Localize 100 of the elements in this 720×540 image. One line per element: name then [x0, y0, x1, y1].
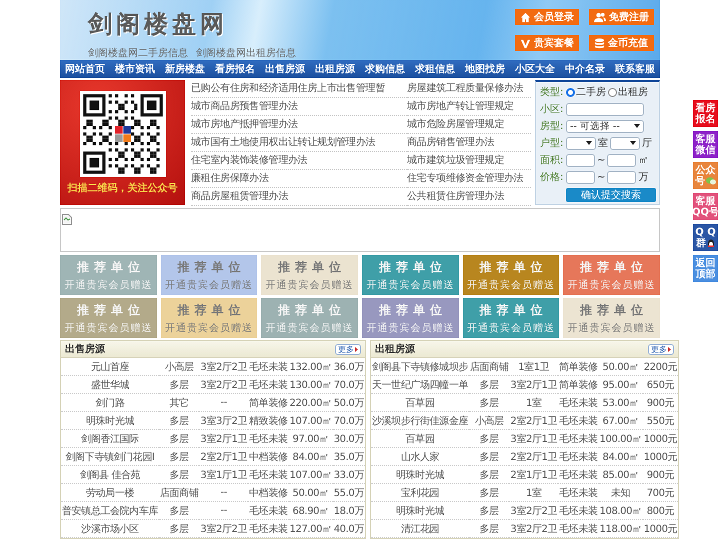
ad-subtitle: 开通贵宾会员赠送 — [568, 322, 656, 334]
table-cell: 多层 — [159, 466, 200, 484]
input-field[interactable] — [607, 170, 636, 184]
field-label: 小区: — [540, 102, 564, 116]
listing-link[interactable]: 剑阁县下寺镇修城坝步 — [371, 358, 470, 376]
ad-title: 推荐单位 — [378, 258, 447, 276]
submit-button[interactable]: 确认提交搜索 — [566, 188, 656, 202]
nav-link[interactable]: 新房楼盘 — [165, 62, 205, 76]
listing-link[interactable]: 普安镇总工会院内车库 — [61, 502, 160, 520]
listing-link[interactable]: 沙溪市场小区 — [61, 520, 160, 538]
dropdown[interactable] — [566, 136, 596, 150]
table-cell: 多层 — [159, 502, 200, 520]
nav-link[interactable]: 楼市资讯 — [115, 62, 155, 76]
table-cell: 毛坯未装 — [558, 448, 599, 466]
listing-link[interactable]: 清江花园 — [371, 520, 470, 538]
listing-link[interactable]: 元山首座 — [61, 358, 160, 376]
site-logo[interactable]: 剑阁楼盘网 — [88, 8, 296, 40]
listing-link[interactable]: 剑阁香江国际 — [61, 430, 160, 448]
table-cell: -- — [199, 502, 248, 520]
nav-link[interactable]: 小区大全 — [515, 62, 555, 76]
ad-title: 推荐单位 — [177, 302, 246, 318]
table-cell: 2室1厅1卫 — [509, 466, 558, 484]
listing-link[interactable]: 明珠时光城 — [61, 412, 160, 430]
policy-link[interactable]: 城市房地产转让管理规定 — [407, 98, 531, 116]
table-cell: 小高层 — [469, 412, 510, 430]
table-cell: 3室2厅2卫 — [199, 376, 248, 394]
listing-link[interactable]: 明珠时光城 — [371, 502, 470, 520]
policy-link[interactable]: 城市房地产抵押管理办法 — [191, 116, 407, 134]
policy-link[interactable]: 商品房屋租赁管理办法 — [191, 188, 407, 206]
ad-subtitle: 开通贵宾会员赠送 — [568, 278, 656, 292]
listing-link[interactable]: 宝利花园 — [371, 484, 470, 502]
listing-link[interactable]: 剑门路 — [61, 394, 160, 412]
input-field[interactable] — [566, 154, 595, 166]
chat-bubbles-icon — [706, 177, 716, 185]
input-field[interactable] — [566, 170, 595, 184]
more-button[interactable]: 更多 — [335, 344, 361, 354]
listing-link[interactable]: 百草园 — [371, 394, 470, 412]
listing-link[interactable]: 剑阁下寺镇剑门花园I — [61, 448, 160, 466]
input-field[interactable] — [566, 102, 644, 116]
radio-option[interactable]: 二手房 — [566, 85, 606, 99]
table-cell: 130.00㎡ — [288, 376, 333, 394]
side-button[interactable]: 客服 QQ号 — [693, 193, 718, 220]
table-cell: 50.0万 — [332, 394, 365, 412]
ad-subtitle: 开通贵宾会员赠送 — [466, 322, 555, 334]
nav-link[interactable]: 联系客服 — [615, 62, 655, 76]
ad-tile[interactable]: 推荐单位 开通贵宾会员赠送 — [563, 298, 660, 338]
nav-link[interactable]: 网站首页 — [65, 62, 105, 76]
policy-link[interactable]: 住宅室内装饰装修管理办法 — [191, 152, 407, 170]
table-cell: 3室2厅2卫 — [509, 520, 558, 538]
home-icon — [520, 12, 531, 22]
nav-link[interactable]: 求租信息 — [415, 62, 455, 76]
listing-link[interactable]: 天一世纪广场四幢一单 — [371, 376, 470, 394]
nav-link[interactable]: 求购信息 — [365, 62, 405, 76]
listing-link[interactable]: 沙溪坝步行街佳源金座 — [371, 412, 470, 430]
nav-link[interactable]: 中介名录 — [565, 62, 605, 76]
listing-link[interactable]: 剑阁县 佳合苑 — [61, 466, 160, 484]
side-button[interactable]: 看房 报名 — [693, 100, 718, 127]
policy-link[interactable]: 商品房销售管理办法 — [407, 134, 531, 152]
table-cell: 107.00㎡ — [288, 412, 333, 430]
listing-link[interactable]: 山水人家 — [371, 448, 470, 466]
nav-link[interactable]: 地图找房 — [465, 62, 505, 76]
table-cell: 127.00㎡ — [288, 520, 333, 538]
field-label: 类型: — [540, 86, 564, 99]
policy-link[interactable]: 房屋建筑工程质量保修办法 — [407, 80, 531, 98]
dropdown[interactable]: -- 可选择 -- — [566, 120, 644, 132]
more-button[interactable]: 更多 — [648, 344, 674, 354]
policy-link[interactable]: 城市建筑垃圾管理规定 — [407, 152, 531, 170]
unit-label: 厅 — [642, 137, 652, 150]
side-button[interactable]: Q Q 群 — [693, 224, 718, 251]
table-cell: 小高层 — [159, 358, 200, 376]
header-link[interactable]: 剑阁楼盘网出租房信息 — [196, 46, 296, 60]
policy-link[interactable]: 公共租赁住房管理办法 — [407, 188, 531, 206]
policy-link[interactable]: 城市危险房屋管理规定 — [407, 116, 531, 134]
policy-link[interactable]: 住宅专项维修资金管理办法 — [407, 170, 531, 188]
ad-title: 推荐单位 — [479, 258, 548, 276]
policy-link[interactable]: 廉租住房保障办法 — [191, 170, 407, 188]
users-icon — [594, 12, 606, 22]
table-cell: 毛坯未装 — [558, 520, 599, 538]
radio-option[interactable]: 出租房 — [608, 85, 648, 99]
side-button[interactable]: 客服 微信 — [693, 131, 718, 158]
listing-link[interactable]: 百草园 — [371, 430, 470, 448]
policy-link[interactable]: 城市商品房预售管理办法 — [191, 98, 407, 116]
policy-link[interactable]: 城市国有土地使用权出让转让规划管理办法 — [191, 134, 407, 152]
nav-link[interactable]: 出租房源 — [315, 62, 355, 76]
listing-link[interactable]: 劳动局一楼 — [61, 484, 160, 502]
input-field[interactable] — [607, 154, 636, 166]
listing-link[interactable]: 盛世华城 — [61, 376, 160, 394]
ad-subtitle: 开通贵宾会员赠送 — [64, 278, 152, 292]
table-cell: 多层 — [159, 412, 200, 430]
table-cell: 毛坯未装 — [248, 502, 289, 520]
listing-link[interactable]: 明珠时光城 — [371, 466, 470, 484]
policy-link[interactable]: 已购公有住房和经济适用住房上市出售管理暂 — [191, 80, 407, 98]
ad-subtitle: 开通贵宾会员赠送 — [164, 278, 253, 292]
nav-link[interactable]: 出售房源 — [265, 62, 305, 76]
header-link[interactable]: 剑阁楼盘网二手房信息 — [88, 46, 188, 60]
nav-link[interactable]: 看房报名 — [215, 62, 255, 76]
ad-tile[interactable]: 推荐单位 开通贵宾会员赠送 — [261, 255, 358, 295]
table-cell: 70.0万 — [332, 412, 365, 430]
table-cell: 132.00㎡ — [288, 358, 333, 376]
dropdown[interactable] — [610, 136, 640, 150]
